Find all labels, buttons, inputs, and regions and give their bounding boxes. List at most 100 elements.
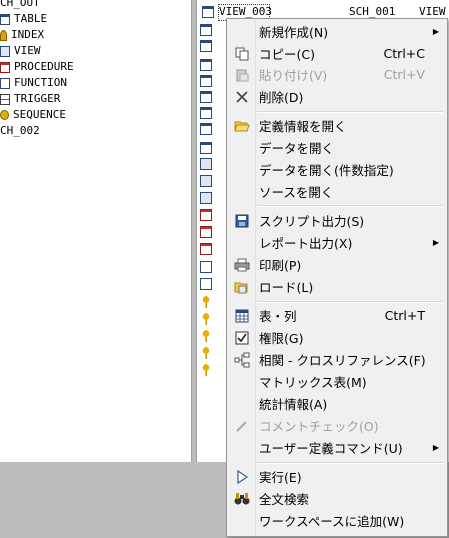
view-icon bbox=[0, 45, 10, 57]
menu-item-comment-check[interactable]: コメントチェック(O) bbox=[229, 415, 445, 436]
object-list-row[interactable] bbox=[200, 207, 212, 223]
menu-item-user-command[interactable]: ユーザー定義コマンド(U) ▶ bbox=[229, 437, 445, 458]
procedure-icon bbox=[200, 209, 212, 221]
menu-item-label: ソースを開く bbox=[259, 185, 334, 200]
menu-shortcut: Ctrl+V bbox=[383, 67, 425, 82]
tree-item-trigger[interactable]: TRIGGER bbox=[0, 91, 60, 107]
tree-item-ch-002[interactable]: CH_002 bbox=[0, 123, 40, 139]
key-icon bbox=[200, 330, 212, 342]
menu-item-open-definition[interactable]: 定義情報を開く bbox=[229, 115, 445, 136]
object-list-row[interactable] bbox=[200, 57, 212, 73]
synonym-icon bbox=[200, 175, 212, 187]
object-list-row[interactable] bbox=[200, 89, 212, 105]
menu-item-delete[interactable]: 削除(D) bbox=[229, 86, 445, 107]
hierarchy-icon bbox=[234, 352, 250, 368]
close-icon bbox=[234, 89, 250, 105]
table-icon bbox=[200, 75, 212, 87]
table-icon bbox=[200, 107, 212, 119]
menu-item-add-workspace[interactable]: ワークスペースに追加(W) bbox=[229, 510, 445, 531]
object-list-row[interactable] bbox=[200, 224, 212, 240]
menu-item-label: 全文検索 bbox=[259, 492, 310, 507]
tree-item-index[interactable]: INDEX bbox=[0, 27, 44, 43]
menu-item-execute[interactable]: 実行(E) bbox=[229, 466, 445, 487]
object-list-row[interactable] bbox=[200, 190, 212, 206]
object-list-row[interactable] bbox=[200, 22, 212, 38]
view-icon bbox=[200, 24, 212, 36]
menu-item-copy[interactable]: コピー(C) Ctrl+C bbox=[229, 43, 445, 64]
table-icon bbox=[200, 123, 212, 135]
object-tree-pane[interactable]: CH_OUT TABLE INDEX VIEW PROCEDURE FUNCTI… bbox=[0, 0, 192, 462]
menu-item-label: 権限(G) bbox=[259, 331, 304, 346]
object-list-row[interactable] bbox=[200, 345, 212, 361]
printer-icon bbox=[234, 257, 250, 273]
tree-item-procedure[interactable]: PROCEDURE bbox=[0, 59, 74, 75]
menu-item-privilege[interactable]: 権限(G) bbox=[229, 327, 445, 348]
menu-separator bbox=[257, 205, 443, 207]
submenu-arrow-icon: ▶ bbox=[432, 238, 439, 247]
copy-icon bbox=[234, 46, 250, 62]
menu-item-label: ロード(L) bbox=[259, 280, 314, 295]
function-icon bbox=[0, 77, 10, 89]
tree-item-label: VIEW bbox=[14, 44, 41, 57]
menu-item-label: データを開く(件数指定) bbox=[259, 163, 394, 178]
tree-item-label: PROCEDURE bbox=[14, 60, 74, 73]
procedure-icon bbox=[200, 226, 212, 238]
paste-icon bbox=[234, 67, 250, 83]
function-icon bbox=[200, 261, 212, 273]
object-list-row[interactable] bbox=[200, 105, 212, 121]
menu-item-label: 印刷(P) bbox=[259, 258, 302, 273]
procedure-icon bbox=[200, 243, 212, 255]
menu-item-label: スクリプト出力(S) bbox=[259, 214, 365, 229]
menu-item-paste[interactable]: 貼り付け(V) Ctrl+V bbox=[229, 64, 445, 85]
object-list-row[interactable] bbox=[200, 156, 212, 172]
object-list-row[interactable] bbox=[200, 328, 212, 344]
object-list-row[interactable] bbox=[200, 173, 212, 189]
menu-item-matrix[interactable]: マトリックス表(M) bbox=[229, 371, 445, 392]
function-icon bbox=[200, 278, 212, 290]
menu-item-label: ワークスペースに追加(W) bbox=[259, 514, 405, 529]
tree-item-function[interactable]: FUNCTION bbox=[0, 75, 67, 91]
menu-item-label: ユーザー定義コマンド(U) bbox=[259, 441, 403, 456]
menu-item-open-data-count[interactable]: データを開く(件数指定) bbox=[229, 159, 445, 180]
tree-item-ch-out[interactable]: CH_OUT bbox=[0, 0, 40, 11]
menu-item-open-source[interactable]: ソースを開く bbox=[229, 181, 445, 202]
menu-item-new[interactable]: 新規作成(N) ▶ bbox=[229, 21, 445, 42]
index-icon bbox=[0, 29, 7, 41]
table-icon bbox=[200, 59, 212, 71]
object-list-row[interactable] bbox=[200, 362, 212, 378]
menu-item-script-output[interactable]: スクリプト出力(S) bbox=[229, 210, 445, 231]
menu-item-open-data[interactable]: データを開く bbox=[229, 137, 445, 158]
object-list-row[interactable] bbox=[200, 294, 212, 310]
menu-item-label: 統計情報(A) bbox=[259, 397, 328, 412]
object-list-row[interactable] bbox=[200, 140, 212, 156]
object-list-row[interactable] bbox=[200, 121, 212, 137]
view-icon bbox=[202, 6, 214, 18]
menu-item-label: データを開く bbox=[259, 141, 335, 156]
menu-item-cross-reference[interactable]: 相関 - クロスリファレンス(F) bbox=[229, 349, 445, 370]
object-name: VIEW_003 bbox=[219, 5, 272, 18]
procedure-icon bbox=[0, 61, 10, 73]
tree-item-label: CH_OUT bbox=[0, 0, 40, 9]
menu-item-fulltext-search[interactable]: 全文検索 bbox=[229, 488, 445, 509]
menu-item-label: 定義情報を開く bbox=[259, 119, 347, 134]
menu-item-print[interactable]: 印刷(P) bbox=[229, 254, 445, 275]
object-schema: SCH_001 bbox=[349, 5, 396, 18]
object-list-row[interactable] bbox=[200, 73, 212, 89]
key-icon bbox=[200, 313, 212, 325]
menu-item-load[interactable]: ロード(L) bbox=[229, 276, 445, 297]
menu-item-statistics[interactable]: 統計情報(A) bbox=[229, 393, 445, 414]
menu-separator bbox=[257, 462, 443, 464]
tree-item-sequence[interactable]: SEQUENCE bbox=[0, 107, 66, 123]
menu-item-table-column[interactable]: 表・列 Ctrl+T bbox=[229, 305, 445, 326]
menu-item-report-output[interactable]: レポート出力(X) ▶ bbox=[229, 232, 445, 253]
object-list-row[interactable] bbox=[200, 259, 212, 275]
object-list-row[interactable] bbox=[200, 241, 212, 257]
key-icon bbox=[200, 364, 212, 376]
tree-item-label: TRIGGER bbox=[14, 92, 61, 105]
object-list-row[interactable] bbox=[200, 311, 212, 327]
object-list-row[interactable] bbox=[200, 276, 212, 292]
tree-item-table[interactable]: TABLE bbox=[0, 11, 47, 27]
menu-item-label: 表・列 bbox=[259, 309, 297, 324]
tree-item-view[interactable]: VIEW bbox=[0, 43, 41, 59]
object-list-row[interactable] bbox=[200, 38, 212, 54]
